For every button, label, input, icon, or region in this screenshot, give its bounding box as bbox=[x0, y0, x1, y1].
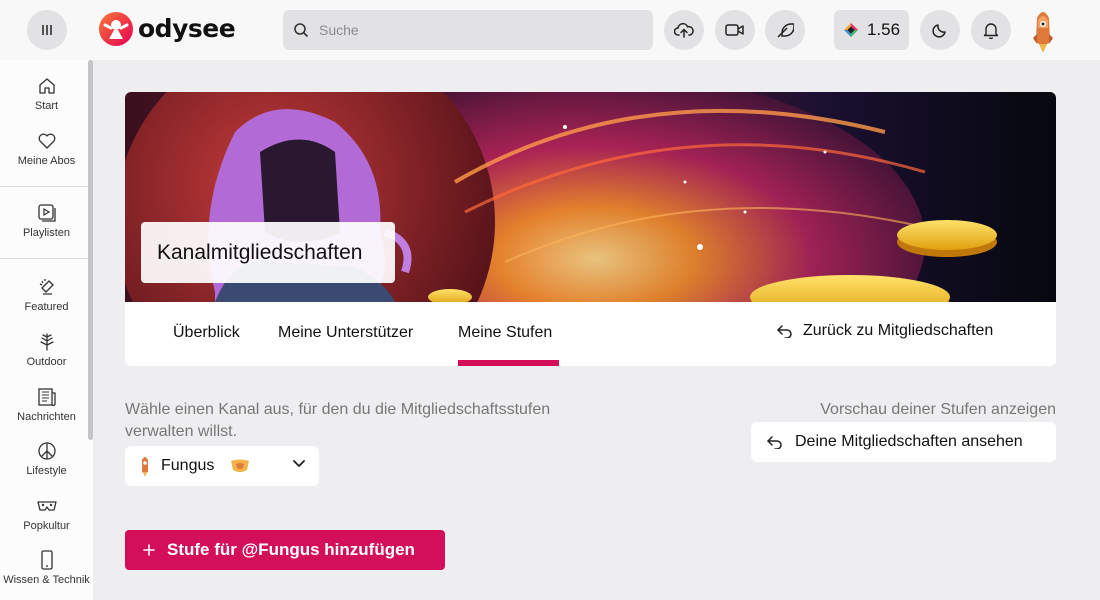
write-post-button[interactable] bbox=[765, 10, 805, 50]
sidebar-scrollbar[interactable] bbox=[88, 60, 93, 440]
memberships-card: Kanalmitgliedschaften Überblick Meine Un… bbox=[125, 92, 1056, 366]
menu-button[interactable] bbox=[27, 10, 67, 50]
sidebar-item-featured[interactable]: Featured bbox=[0, 277, 93, 313]
lbc-credits-icon bbox=[843, 23, 858, 37]
phone-icon bbox=[40, 550, 53, 570]
sidebar-item-label: Start bbox=[34, 100, 59, 112]
sidebar-item-label: Meine Abos bbox=[17, 155, 76, 167]
search-input[interactable] bbox=[319, 22, 619, 38]
theme-toggle-button[interactable] bbox=[920, 10, 960, 50]
tab-supporters[interactable]: Meine Unterstützer bbox=[278, 324, 413, 342]
sidebar-item-label: Nachrichten bbox=[17, 411, 76, 423]
plus-icon bbox=[143, 544, 155, 556]
sidebar-item-label: Outdoor bbox=[26, 356, 67, 368]
sidebar-divider bbox=[0, 258, 88, 259]
logo-text: odysee bbox=[138, 14, 236, 43]
odysee-logo-icon bbox=[99, 12, 133, 46]
sidebar-item-lifestyle[interactable]: Lifestyle bbox=[0, 441, 93, 477]
add-tier-button[interactable]: Stufe für @Fungus hinzufügen bbox=[125, 530, 445, 570]
sidebar-item-nachrichten[interactable]: Nachrichten bbox=[0, 387, 93, 423]
home-icon bbox=[38, 78, 55, 94]
featured-icon bbox=[39, 279, 54, 295]
sidebar-item-label: Wissen & Technik bbox=[3, 574, 90, 586]
tab-overview[interactable]: Überblick bbox=[173, 324, 240, 342]
peace-icon bbox=[37, 442, 56, 460]
channel-avatar bbox=[142, 457, 148, 477]
moon-icon bbox=[932, 24, 946, 38]
view-memberships-label: Deine Mitgliedschaften ansehen bbox=[795, 433, 1023, 450]
sidebar: Start Meine Abos Playlisten Featured Out… bbox=[0, 60, 93, 600]
preview-label: Vorschau deiner Stufen anzeigen bbox=[820, 401, 1056, 418]
tab-bar: Überblick Meine Unterstützer Meine Stufe… bbox=[125, 302, 1056, 366]
sidebar-item-label: Featured bbox=[24, 301, 69, 313]
playlist-icon bbox=[37, 204, 56, 222]
wallet-balance: 1.56 bbox=[866, 20, 901, 39]
active-tab-indicator bbox=[458, 360, 559, 366]
upload-button[interactable] bbox=[664, 10, 704, 50]
bell-icon bbox=[983, 22, 999, 39]
top-bar: odysee 1.56 bbox=[0, 0, 1100, 60]
premium-badge-icon bbox=[231, 459, 250, 472]
odysee-logo[interactable]: odysee bbox=[98, 11, 236, 47]
user-avatar[interactable] bbox=[1029, 8, 1057, 54]
sidebar-item-popkultur[interactable]: Popkultur bbox=[0, 496, 93, 532]
channel-select-description: Wähle einen Kanal aus, für den du die Mi… bbox=[125, 401, 551, 440]
sidebar-item-label: Popkultur bbox=[23, 520, 70, 532]
notifications-button[interactable] bbox=[971, 10, 1011, 50]
search-bar[interactable] bbox=[283, 10, 653, 50]
back-arrow-icon bbox=[777, 325, 792, 338]
sidebar-item-label: Lifestyle bbox=[26, 465, 67, 477]
cloud-upload-icon bbox=[674, 22, 694, 38]
page-title: Kanalmitgliedschaften bbox=[157, 240, 363, 264]
heart-icon bbox=[38, 133, 55, 149]
sidebar-item-outdoor[interactable]: Outdoor bbox=[0, 332, 93, 368]
channel-name: Fungus bbox=[161, 457, 215, 474]
tree-icon bbox=[39, 333, 54, 351]
channel-selector[interactable]: Fungus bbox=[125, 446, 319, 486]
back-link-label: Zurück zu Mitgliedschaften bbox=[803, 322, 994, 339]
video-camera-icon bbox=[725, 24, 744, 36]
newspaper-icon bbox=[37, 388, 56, 407]
sidebar-item-playlisten[interactable]: Playlisten bbox=[0, 203, 93, 239]
wallet-balance-button[interactable]: 1.56 bbox=[834, 10, 909, 50]
mask-icon bbox=[36, 501, 57, 511]
banner-title-box: Kanalmitgliedschaften bbox=[141, 222, 395, 283]
sidebar-item-label: Playlisten bbox=[22, 227, 71, 239]
add-tier-label: Stufe für @Fungus hinzufügen bbox=[167, 540, 415, 559]
back-arrow-icon bbox=[767, 436, 782, 449]
sidebar-item-wissen-technik[interactable]: Wissen & Technik bbox=[0, 550, 93, 586]
sidebar-divider bbox=[0, 186, 88, 187]
chevron-down-icon bbox=[293, 460, 305, 467]
back-to-memberships-link[interactable]: Zurück zu Mitgliedschaften bbox=[777, 322, 993, 340]
feather-icon bbox=[777, 23, 794, 38]
search-icon bbox=[294, 23, 309, 38]
sidebar-item-start[interactable]: Start bbox=[0, 76, 93, 112]
tab-my-tiers[interactable]: Meine Stufen bbox=[458, 324, 552, 342]
sidebar-item-meine-abos[interactable]: Meine Abos bbox=[0, 131, 93, 167]
view-memberships-button[interactable]: Deine Mitgliedschaften ansehen bbox=[751, 422, 1056, 462]
menu-icon bbox=[42, 25, 52, 35]
go-live-button[interactable] bbox=[715, 10, 755, 50]
